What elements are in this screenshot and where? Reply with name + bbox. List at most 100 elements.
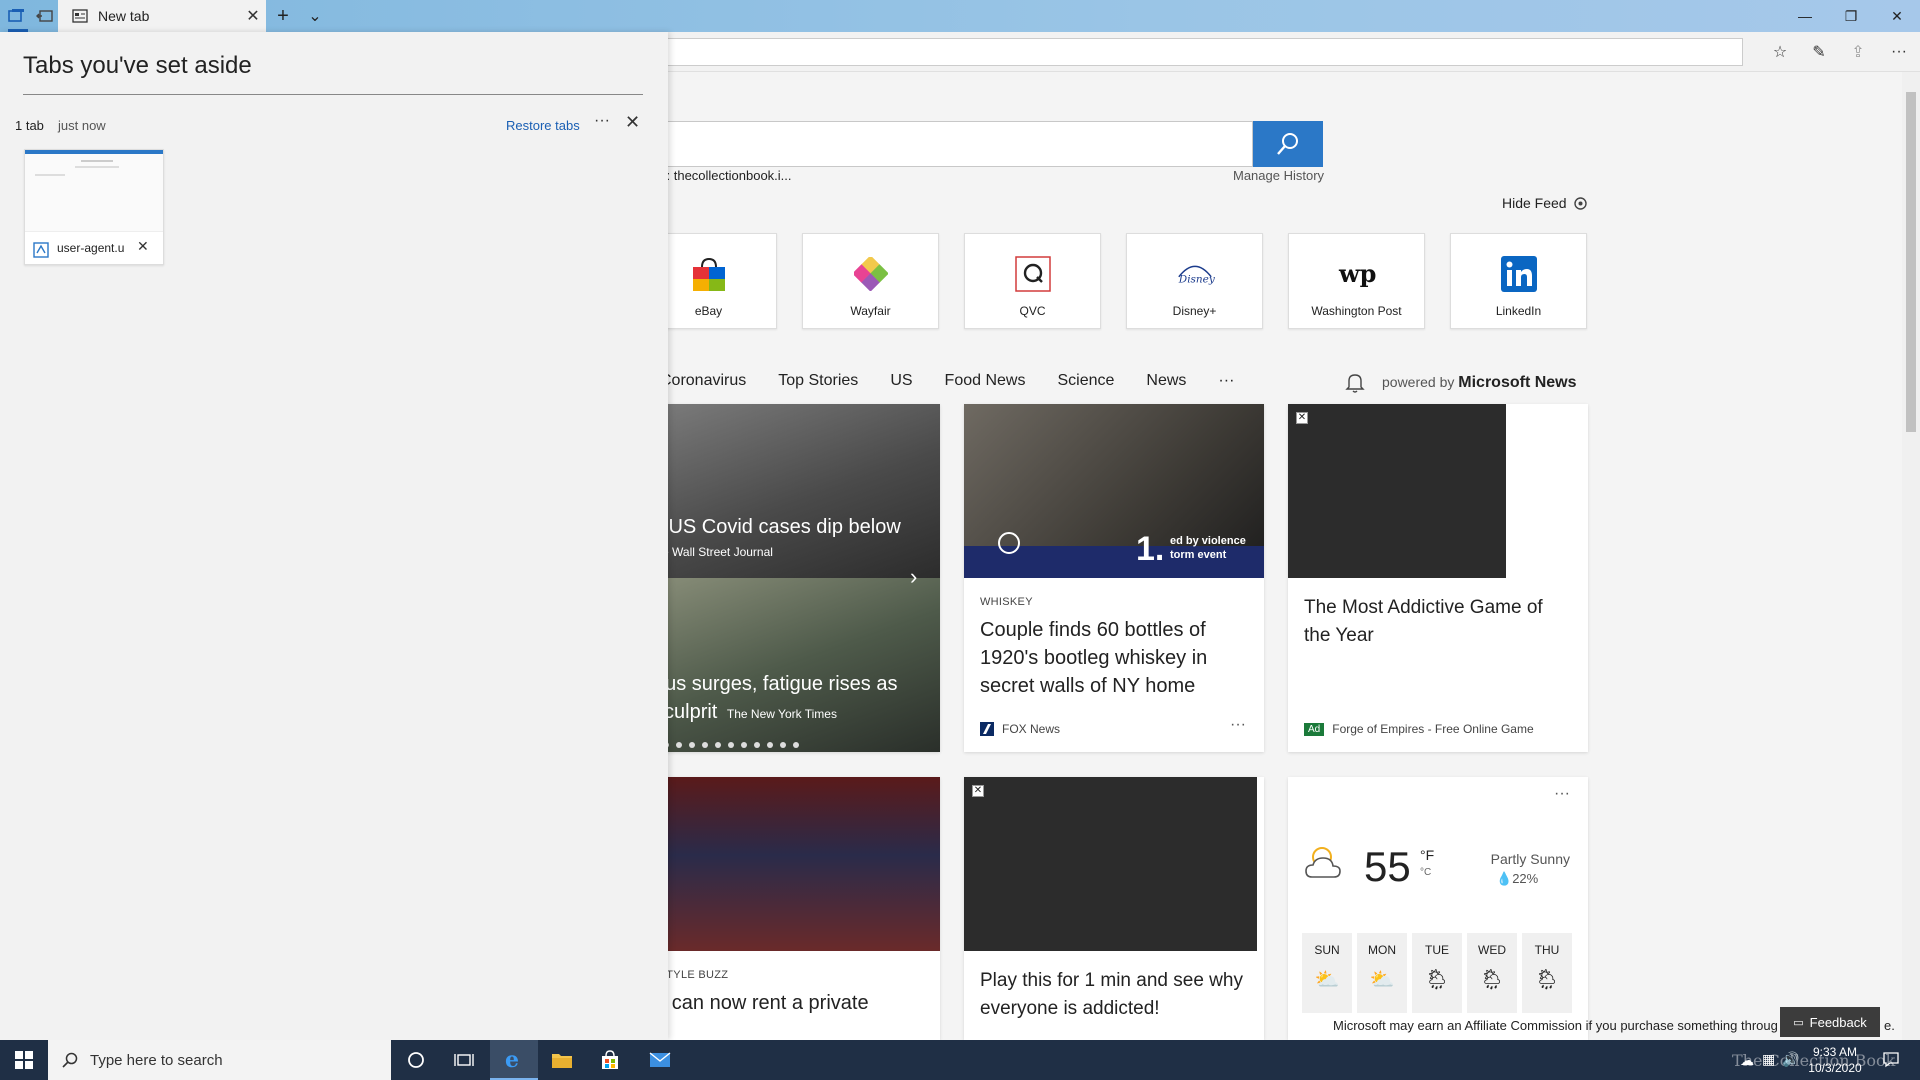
search-button[interactable] [1253, 121, 1323, 167]
top-site-disney[interactable]: Disney+ Disney+ [1126, 233, 1263, 329]
set-aside-tabs-icon[interactable] [34, 5, 56, 27]
weather-more-icon[interactable]: ··· [1554, 785, 1570, 803]
card-title[interactable]: Couple finds 60 bottles of 1920's bootle… [980, 616, 1248, 700]
tab-actions-icon[interactable] [6, 5, 28, 27]
card-more-icon[interactable]: ··· [1230, 716, 1246, 734]
volume-icon[interactable]: 🔊 [1782, 1051, 1799, 1068]
feed-tab-news[interactable]: News [1146, 372, 1186, 400]
restore-button[interactable]: ❐ [1828, 0, 1874, 32]
ad-title[interactable]: Play this for 1 min and see why everyone… [980, 967, 1248, 1023]
weather-unit-f[interactable]: °F [1420, 847, 1434, 863]
carousel-dot[interactable] [793, 742, 799, 748]
search-icon [1277, 133, 1298, 155]
notifications-icon[interactable] [1882, 1050, 1902, 1070]
forecast-day[interactable]: THU 🌦 [1522, 933, 1572, 1013]
close-icon[interactable]: ✕ [625, 112, 640, 133]
wayfair-icon [851, 254, 891, 294]
scrollbar-thumb[interactable] [1906, 92, 1916, 432]
feed-tab-more[interactable]: ··· [1218, 372, 1234, 400]
store-icon[interactable] [586, 1040, 634, 1080]
tab-new-tab[interactable]: New tab ✕ [58, 0, 266, 32]
carousel-dot[interactable] [780, 742, 786, 748]
card-source: FOX News [980, 722, 1060, 736]
card-title[interactable]: ou can now rent a private [644, 989, 924, 1017]
feed-tab-us[interactable]: US [890, 372, 912, 400]
microsoft-news-brand: Microsoft News [1458, 374, 1577, 391]
clock-time: 9:33 AM [1812, 1045, 1858, 1059]
forecast-day-label: TUE [1425, 943, 1449, 957]
carousel-dot[interactable] [728, 742, 734, 748]
bell-icon[interactable] [1345, 372, 1365, 394]
cortana-icon[interactable] [392, 1040, 440, 1080]
file-explorer-icon[interactable] [538, 1040, 586, 1080]
news-card-whiskey[interactable]: 1. ed by violence torm event WHISKEY Cou… [964, 404, 1264, 752]
carousel-next-icon[interactable]: › [910, 564, 917, 590]
close-window-button[interactable]: ✕ [1874, 0, 1920, 32]
carousel-dot[interactable] [702, 742, 708, 748]
top-site-washington-post[interactable]: wp Washington Post [1288, 233, 1425, 329]
minimize-button[interactable]: — [1782, 0, 1828, 32]
ad-title[interactable]: The Most Addictive Game of the Year [1304, 594, 1572, 650]
system-clock[interactable]: 9:33 AM 10/3/2020 [1800, 1044, 1870, 1076]
feed-tab-top-stories[interactable]: Top Stories [778, 372, 858, 400]
network-icon[interactable]: ▦ [1762, 1051, 1775, 1068]
forecast-day[interactable]: SUN ⛅ [1302, 933, 1352, 1013]
search-icon [62, 1052, 78, 1068]
address-bar[interactable] [660, 38, 1743, 66]
top-site-wayfair[interactable]: Wayfair [802, 233, 939, 329]
mail-icon[interactable] [636, 1040, 684, 1080]
ad-card-play[interactable]: ✕ Play this for 1 min and see why everyo… [964, 777, 1264, 1040]
thumbnail-label: user-agent.u [57, 241, 125, 255]
set-aside-tab-thumbnail[interactable]: user-agent.u ✕ [24, 149, 164, 265]
ebay-icon [689, 254, 729, 294]
feed-tab-science[interactable]: Science [1057, 372, 1114, 400]
settings-more-icon[interactable]: ··· [1888, 41, 1910, 63]
carousel-dot[interactable] [689, 742, 695, 748]
recent-sites-text[interactable]: s: thecollectionbook.i... [660, 168, 792, 183]
weather-precip-value: 22% [1512, 871, 1539, 886]
tab-preview [25, 150, 163, 232]
hide-feed-button[interactable]: Hide Feed [1502, 195, 1588, 211]
play-icon[interactable] [998, 532, 1020, 554]
carousel-dot[interactable] [741, 742, 747, 748]
restore-tabs-link[interactable]: Restore tabs [506, 118, 580, 133]
share-icon[interactable]: ⇪ [1847, 41, 1869, 63]
tab-list-chevron-icon[interactable]: ⌄ [304, 5, 326, 27]
notes-pen-icon[interactable]: ✎ [1808, 41, 1830, 63]
more-options-icon[interactable]: ··· [594, 112, 610, 130]
feed-tab-coronavirus[interactable]: Coronavirus [660, 372, 746, 400]
favorites-icon[interactable]: ☆ [1769, 41, 1791, 63]
taskbar-search-box[interactable]: Type here to search [48, 1040, 391, 1080]
page-scrollbar[interactable] [1902, 72, 1920, 1040]
fox-news-icon [980, 722, 994, 736]
affiliate-tail: e. [1884, 1018, 1895, 1033]
top-site-linkedin[interactable]: LinkedIn [1450, 233, 1587, 329]
gear-icon [1573, 196, 1587, 210]
new-tab-button[interactable]: + [272, 5, 294, 27]
rain-icon: 🌦 [1534, 969, 1560, 991]
weather-unit-c[interactable]: °C [1420, 867, 1431, 878]
carousel-dot[interactable] [715, 742, 721, 748]
carousel-dot[interactable] [676, 742, 682, 748]
powered-by-prefix: powered by [1382, 374, 1455, 390]
start-button[interactable] [0, 1040, 48, 1080]
tab-close-icon[interactable]: ✕ [240, 6, 266, 26]
weather-condition: Partly Sunny [1490, 851, 1570, 867]
carousel-card[interactable]: ily US Covid cases dip below The Wall St… [640, 404, 940, 752]
thumbnail-close-icon[interactable]: ✕ [137, 238, 149, 255]
edge-taskbar-icon[interactable]: e [490, 1040, 538, 1080]
forecast-day[interactable]: WED 🌦 [1467, 933, 1517, 1013]
ad-card[interactable]: ✕ The Most Addictive Game of the Year Ad… [1288, 404, 1588, 752]
feedback-button[interactable]: ▭ Feedback [1780, 1007, 1880, 1037]
forecast-day[interactable]: MON ⛅ [1357, 933, 1407, 1013]
weather-card[interactable]: ··· 55 °F °C Partly Sunny 💧22% SUN ⛅ MON ⛅… [1288, 777, 1588, 1040]
carousel-dot[interactable] [767, 742, 773, 748]
feed-tab-food-news[interactable]: Food News [945, 372, 1026, 400]
forecast-day[interactable]: TUE 🌦 [1412, 933, 1462, 1013]
onedrive-cloud-icon[interactable]: ☁ [1740, 1052, 1754, 1069]
news-card-lifestyle[interactable]: FESTYLE BUZZ ou can now rent a private [640, 777, 940, 1040]
task-view-icon[interactable] [440, 1040, 488, 1080]
manage-history-link[interactable]: Manage History [1233, 168, 1324, 183]
top-site-qvc[interactable]: QVC [964, 233, 1101, 329]
carousel-dot[interactable] [754, 742, 760, 748]
